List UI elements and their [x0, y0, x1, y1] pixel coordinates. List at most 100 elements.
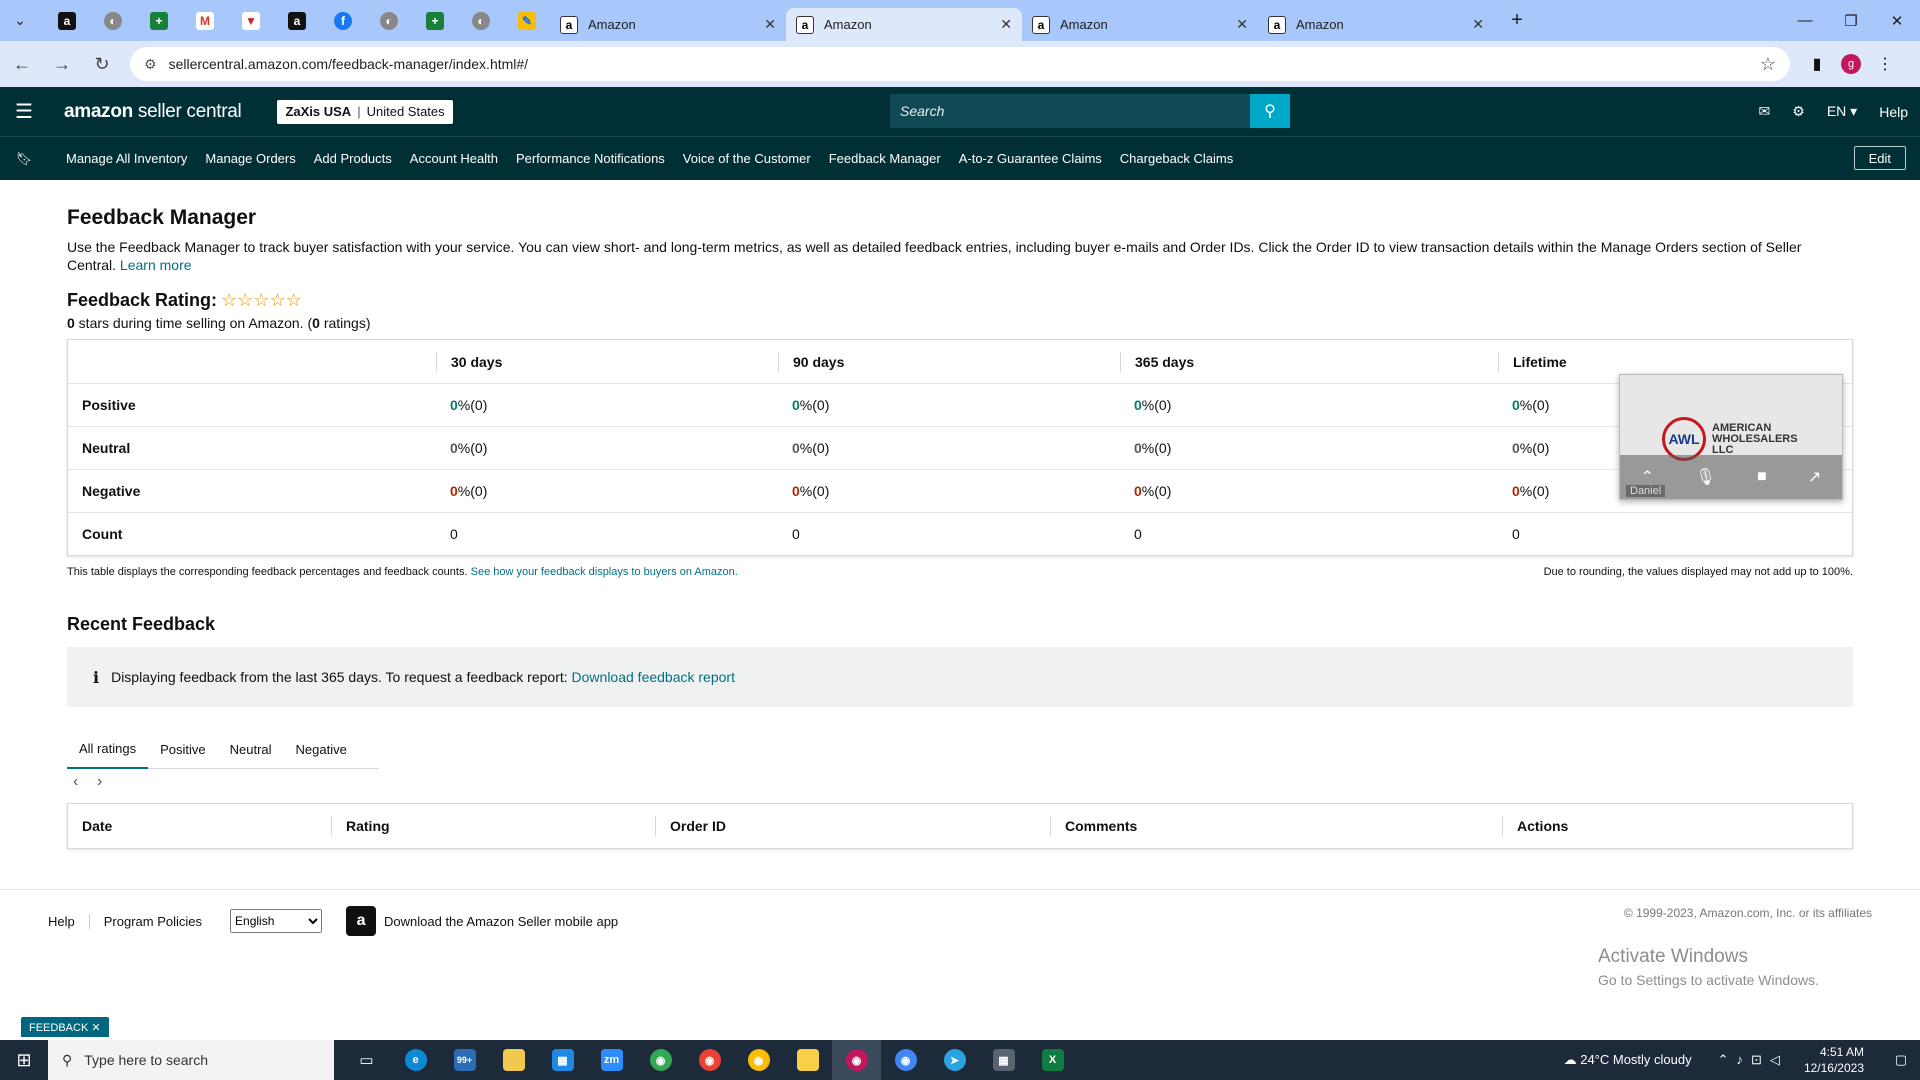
- nav-performance-notifications[interactable]: Performance Notifications: [516, 151, 665, 166]
- nav-account-health[interactable]: Account Health: [410, 151, 498, 166]
- tab-negative[interactable]: Negative: [284, 729, 359, 769]
- taskbar-clock[interactable]: 4:51 AM 12/16/2023: [1804, 1044, 1864, 1076]
- feedback-display-link[interactable]: See how your feedback displays to buyers…: [471, 566, 738, 578]
- footer-language-select[interactable]: English: [230, 909, 323, 933]
- pinned-tab-sheets-green-2[interactable]: +: [412, 6, 458, 36]
- footer-help-link[interactable]: Help: [48, 913, 90, 929]
- search-button[interactable]: ⚲: [1250, 94, 1290, 128]
- side-panel-icon[interactable]: ▮: [1800, 54, 1834, 74]
- zoom-icon[interactable]: zm: [587, 1040, 636, 1080]
- bookmark-icon[interactable]: 🔖︎: [0, 151, 48, 167]
- excel-icon[interactable]: X: [1028, 1040, 1077, 1080]
- tab-positive[interactable]: Positive: [148, 729, 218, 769]
- pinned-tab-globe-3[interactable]: ◐: [458, 6, 504, 36]
- sticky-notes-icon[interactable]: [783, 1040, 832, 1080]
- browser-tab-2-active[interactable]: a Amazon ✕: [786, 8, 1022, 41]
- url-text[interactable]: sellercentral.amazon.com/feedback-manage…: [169, 56, 1760, 72]
- pinned-tab-edit[interactable]: ✎: [504, 6, 550, 36]
- restore-icon[interactable]: ❐: [1828, 0, 1874, 41]
- minimize-icon[interactable]: —: [1782, 0, 1828, 41]
- download-app-link[interactable]: Download the Amazon Seller mobile app: [384, 914, 618, 929]
- nav-feedback-manager[interactable]: Feedback Manager: [829, 151, 941, 166]
- nav-manage-orders[interactable]: Manage Orders: [205, 151, 295, 166]
- help-link[interactable]: Help: [1879, 104, 1908, 120]
- language-selector[interactable]: EN ▾: [1827, 103, 1857, 120]
- new-tab-plus-icon[interactable]: +: [1502, 6, 1532, 36]
- file-explorer-icon[interactable]: [489, 1040, 538, 1080]
- mail-app-icon[interactable]: 99+: [440, 1040, 489, 1080]
- browser-tab-3[interactable]: a Amazon ✕: [1022, 8, 1258, 41]
- search-input[interactable]: [890, 94, 1250, 128]
- tab-close-icon[interactable]: ✕: [1236, 16, 1248, 33]
- download-report-link[interactable]: Download feedback report: [572, 669, 735, 685]
- chrome-icon-2[interactable]: ◉: [685, 1040, 734, 1080]
- edit-nav-button[interactable]: Edit: [1853, 146, 1906, 170]
- tab-search-chevron-icon[interactable]: ⌄: [6, 7, 34, 35]
- pinned-tab-globe-2[interactable]: ◐: [366, 6, 412, 36]
- pinned-tab-amazon[interactable]: a: [44, 6, 90, 36]
- tray-icons[interactable]: ⌃♪⊡◁: [1718, 1052, 1788, 1068]
- video-call-overlay[interactable]: AWL AMERICAN WHOLESALERS LLC ⌃ 🎙︎ ■ ↗ Da…: [1619, 374, 1843, 500]
- col-date[interactable]: Date: [68, 803, 331, 849]
- tab-close-icon[interactable]: ✕: [1472, 16, 1484, 33]
- nav-add-products[interactable]: Add Products: [314, 151, 392, 166]
- share-icon[interactable]: ↗: [1808, 467, 1821, 487]
- nav-voice-of-customer[interactable]: Voice of the Customer: [683, 151, 811, 166]
- back-arrow-icon[interactable]: ←: [4, 46, 40, 82]
- col-order-id[interactable]: Order ID: [655, 803, 1050, 849]
- feedback-tab-button[interactable]: FEEDBACK ✕: [21, 1017, 109, 1037]
- tab-close-icon[interactable]: ✕: [764, 16, 776, 33]
- footer-policies-link[interactable]: Program Policies: [104, 914, 216, 929]
- browser-tab-1[interactable]: a Amazon ✕: [550, 8, 786, 41]
- tab-all-ratings[interactable]: All ratings: [67, 729, 149, 769]
- chevron-left-icon[interactable]: ‹: [73, 773, 97, 791]
- nav-chargeback-claims[interactable]: Chargeback Claims: [1120, 151, 1233, 166]
- telegram-icon[interactable]: ➤: [930, 1040, 979, 1080]
- chrome-icon-3[interactable]: ◉: [734, 1040, 783, 1080]
- account-switcher[interactable]: ZaXis USA | United States: [277, 99, 453, 124]
- pinned-tab-amazon-2[interactable]: a: [274, 6, 320, 36]
- nav-manage-all-inventory[interactable]: Manage All Inventory: [66, 151, 187, 166]
- col-actions[interactable]: Actions: [1502, 803, 1842, 849]
- reload-icon[interactable]: ↻: [84, 46, 120, 82]
- chrome-icon-4[interactable]: ◉: [881, 1040, 930, 1080]
- pinned-tab-facebook[interactable]: f: [320, 6, 366, 36]
- settings-gear-icon[interactable]: ⚙: [1792, 103, 1805, 120]
- tab-close-icon[interactable]: ✕: [1000, 16, 1012, 33]
- camera-icon[interactable]: ■: [1757, 468, 1767, 486]
- omnibox[interactable]: ⚙ sellercentral.amazon.com/feedback-mana…: [130, 47, 1790, 81]
- mail-icon[interactable]: ✉: [1759, 103, 1771, 120]
- microphone-muted-icon[interactable]: 🎙︎: [1695, 467, 1715, 487]
- calculator-icon[interactable]: ▦: [979, 1040, 1028, 1080]
- chrome-icon[interactable]: ◉: [636, 1040, 685, 1080]
- expand-up-icon[interactable]: ⌃: [1641, 467, 1654, 487]
- bookmark-star-icon[interactable]: ☆: [1760, 54, 1776, 75]
- browser-menu-icon[interactable]: ⋮: [1868, 54, 1902, 74]
- col-comments[interactable]: Comments: [1050, 803, 1502, 849]
- browser-tab-4[interactable]: a Amazon ✕: [1258, 8, 1494, 41]
- pinned-tab-sheets-green[interactable]: +: [136, 6, 182, 36]
- taskbar-search[interactable]: ⚲ Type here to search: [48, 1040, 334, 1080]
- learn-more-link[interactable]: Learn more: [120, 257, 192, 273]
- weather-widget[interactable]: ☁ 24°C Mostly cloudy: [1564, 1052, 1692, 1068]
- tab-neutral[interactable]: Neutral: [218, 729, 284, 769]
- site-info-icon[interactable]: ⚙: [144, 56, 157, 73]
- close-window-icon[interactable]: ✕: [1874, 0, 1920, 41]
- pinned-tab-globe[interactable]: ◐: [90, 6, 136, 36]
- amazon-app-icon[interactable]: a: [346, 906, 377, 936]
- pinned-tab-gmail[interactable]: M: [182, 6, 228, 36]
- pinned-tab-shield[interactable]: ▼: [228, 6, 274, 36]
- chevron-right-icon[interactable]: ›: [97, 773, 121, 791]
- chrome-icon-active[interactable]: ◉: [832, 1040, 881, 1080]
- store-icon[interactable]: ▦: [538, 1040, 587, 1080]
- forward-arrow-icon[interactable]: →: [44, 46, 80, 82]
- profile-avatar[interactable]: g: [1841, 54, 1861, 74]
- notification-icon[interactable]: ▢: [1882, 1052, 1920, 1068]
- hamburger-menu-icon[interactable]: ☰: [0, 99, 48, 124]
- nav-a-to-z-claims[interactable]: A-to-z Guarantee Claims: [959, 151, 1102, 166]
- col-rating[interactable]: Rating: [331, 803, 655, 849]
- task-view-icon[interactable]: ▭: [342, 1040, 391, 1080]
- windows-start-icon[interactable]: ⊞: [0, 1050, 48, 1071]
- edge-icon[interactable]: e: [391, 1040, 440, 1080]
- seller-central-logo[interactable]: amazon seller central: [64, 101, 242, 123]
